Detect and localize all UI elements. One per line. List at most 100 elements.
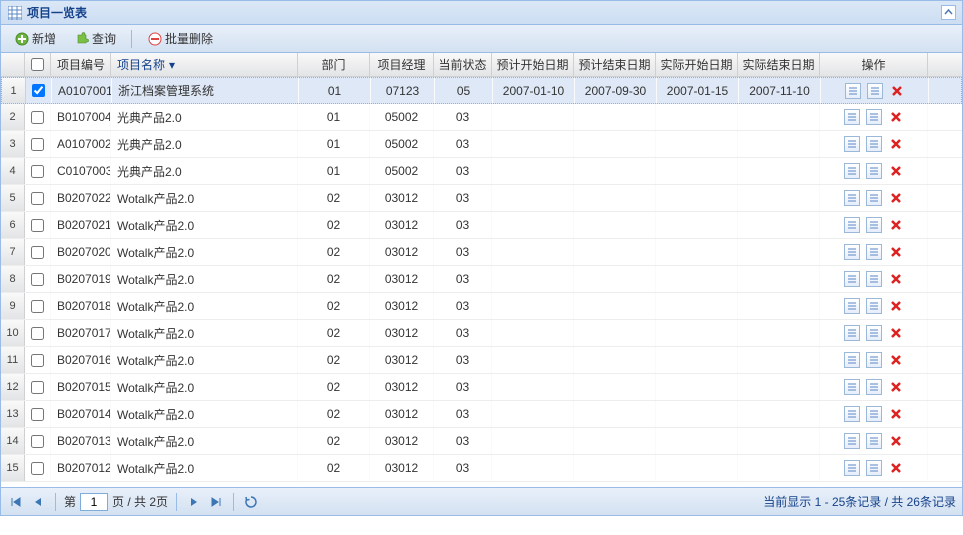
last-page-button[interactable] <box>207 493 225 511</box>
table-row[interactable]: 13B0207014Wotalk产品2.0020301203 <box>1 401 962 428</box>
table-row[interactable]: 3A0107002光典产品2.0010500203 <box>1 131 962 158</box>
delete-button[interactable] <box>888 190 904 206</box>
edit-button[interactable] <box>866 109 882 125</box>
edit-button[interactable] <box>866 190 882 206</box>
search-button[interactable]: 查询 <box>67 27 123 50</box>
view-button[interactable] <box>844 433 860 449</box>
table-row[interactable]: 11B0207016Wotalk产品2.0020301203 <box>1 347 962 374</box>
view-button[interactable] <box>844 460 860 476</box>
delete-button[interactable] <box>888 379 904 395</box>
delete-button[interactable] <box>888 217 904 233</box>
refresh-button[interactable] <box>242 493 260 511</box>
row-checkbox[interactable] <box>31 138 44 151</box>
table-row[interactable]: 1A0107001浙江档案管理系统0107123052007-01-102007… <box>1 77 962 104</box>
view-button[interactable] <box>844 244 860 260</box>
table-row[interactable]: 4C0107003光典产品2.0010500203 <box>1 158 962 185</box>
edit-button[interactable] <box>866 136 882 152</box>
delete-button[interactable] <box>888 109 904 125</box>
first-page-button[interactable] <box>7 493 25 511</box>
delete-button[interactable] <box>888 163 904 179</box>
row-checkbox[interactable] <box>31 327 44 340</box>
table-row[interactable]: 5B0207022Wotalk产品2.0020301203 <box>1 185 962 212</box>
edit-button[interactable] <box>866 379 882 395</box>
row-checkbox[interactable] <box>31 165 44 178</box>
table-row[interactable]: 9B0207018Wotalk产品2.0020301203 <box>1 293 962 320</box>
table-row[interactable]: 6B0207021Wotalk产品2.0020301203 <box>1 212 962 239</box>
col-rownum[interactable] <box>1 53 25 76</box>
col-code[interactable]: 项目编号 <box>51 53 111 76</box>
delete-button[interactable] <box>888 433 904 449</box>
view-button[interactable] <box>845 83 861 99</box>
view-button[interactable] <box>844 325 860 341</box>
delete-button[interactable] <box>889 83 905 99</box>
row-checkbox[interactable] <box>31 435 44 448</box>
prev-page-button[interactable] <box>29 493 47 511</box>
add-button[interactable]: 新增 <box>7 27 63 50</box>
row-checkbox[interactable] <box>31 381 44 394</box>
table-row[interactable]: 14B0207013Wotalk产品2.0020301203 <box>1 428 962 455</box>
page-input[interactable] <box>80 493 108 511</box>
edit-button[interactable] <box>866 460 882 476</box>
delete-button[interactable] <box>888 298 904 314</box>
col-actual-start[interactable]: 实际开始日期 <box>656 53 738 76</box>
table-row[interactable]: 10B0207017Wotalk产品2.0020301203 <box>1 320 962 347</box>
col-plan-end[interactable]: 预计结束日期 <box>574 53 656 76</box>
delete-button[interactable] <box>888 406 904 422</box>
row-checkbox[interactable] <box>31 219 44 232</box>
col-actual-end[interactable]: 实际结束日期 <box>738 53 820 76</box>
edit-button[interactable] <box>866 271 882 287</box>
col-plan-start[interactable]: 预计开始日期 <box>492 53 574 76</box>
table-row[interactable]: 7B0207020Wotalk产品2.0020301203 <box>1 239 962 266</box>
delete-button[interactable] <box>888 271 904 287</box>
view-button[interactable] <box>844 406 860 422</box>
table-row[interactable]: 8B0207019Wotalk产品2.0020301203 <box>1 266 962 293</box>
delete-button[interactable] <box>888 136 904 152</box>
row-checkbox[interactable] <box>31 246 44 259</box>
view-button[interactable] <box>844 109 860 125</box>
edit-button[interactable] <box>866 298 882 314</box>
collapse-button[interactable] <box>941 5 956 20</box>
batch-delete-button[interactable]: 批量删除 <box>140 27 220 50</box>
row-checkbox[interactable] <box>31 111 44 124</box>
view-button[interactable] <box>844 217 860 233</box>
row-checkbox[interactable] <box>31 300 44 313</box>
row-checkbox[interactable] <box>31 273 44 286</box>
cell-plan-end <box>574 428 656 454</box>
col-name[interactable]: 项目名称▾ <box>111 53 298 76</box>
edit-button[interactable] <box>867 83 883 99</box>
edit-button[interactable] <box>866 352 882 368</box>
col-mgr[interactable]: 项目经理 <box>370 53 434 76</box>
edit-button[interactable] <box>866 325 882 341</box>
delete-button[interactable] <box>888 325 904 341</box>
col-dept[interactable]: 部门 <box>298 53 370 76</box>
select-all-checkbox[interactable] <box>31 58 44 71</box>
delete-button[interactable] <box>888 460 904 476</box>
view-button[interactable] <box>844 352 860 368</box>
view-button[interactable] <box>844 271 860 287</box>
next-page-button[interactable] <box>185 493 203 511</box>
col-ops[interactable]: 操作 <box>820 53 928 76</box>
edit-button[interactable] <box>866 244 882 260</box>
edit-button[interactable] <box>866 163 882 179</box>
row-checkbox[interactable] <box>31 192 44 205</box>
table-row[interactable]: 2B0107004光典产品2.0010500203 <box>1 104 962 131</box>
table-row[interactable]: 12B0207015Wotalk产品2.0020301203 <box>1 374 962 401</box>
row-checkbox[interactable] <box>31 408 44 421</box>
edit-button[interactable] <box>866 217 882 233</box>
view-button[interactable] <box>844 163 860 179</box>
delete-button[interactable] <box>888 244 904 260</box>
col-checkbox[interactable] <box>25 53 51 76</box>
row-checkbox[interactable] <box>31 354 44 367</box>
edit-button[interactable] <box>866 406 882 422</box>
edit-button[interactable] <box>866 433 882 449</box>
row-checkbox[interactable] <box>31 462 44 475</box>
table-row[interactable]: 15B0207012Wotalk产品2.0020301203 <box>1 455 962 482</box>
view-button[interactable] <box>844 379 860 395</box>
view-button[interactable] <box>844 190 860 206</box>
grid-body[interactable]: 1A0107001浙江档案管理系统0107123052007-01-102007… <box>1 77 962 487</box>
row-checkbox[interactable] <box>32 84 45 97</box>
col-status[interactable]: 当前状态 <box>434 53 492 76</box>
view-button[interactable] <box>844 298 860 314</box>
view-button[interactable] <box>844 136 860 152</box>
delete-button[interactable] <box>888 352 904 368</box>
